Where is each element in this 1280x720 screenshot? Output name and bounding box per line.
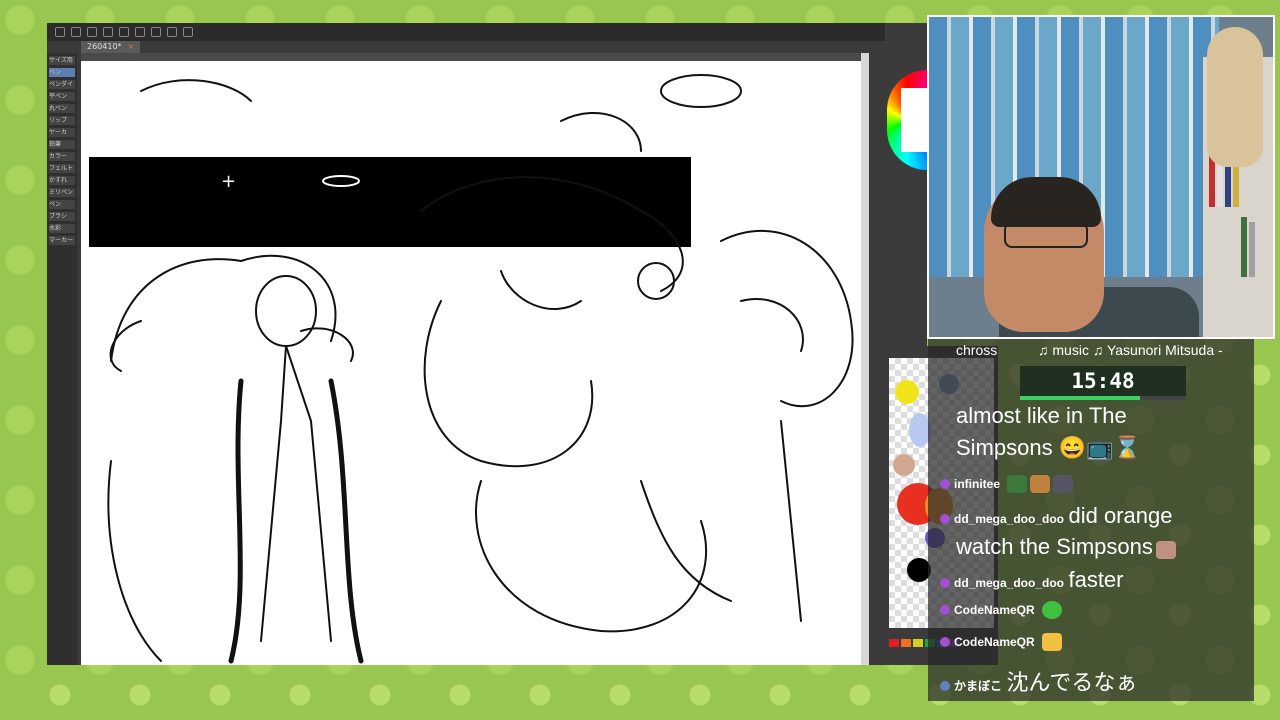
chat-message: CodeNameQR (928, 601, 1063, 619)
chat-message: almost like in The (928, 403, 1127, 429)
message-text: almost like in The (956, 403, 1127, 428)
drawing-app-window: 260410* × サイズ用 ペン ペンダイ 平ペン 丸ペン リップ ヤーカ 鉛筆… (47, 23, 885, 665)
brush-item[interactable]: かすれ (49, 176, 75, 185)
username: dd_mega_doo_doo (954, 512, 1065, 526)
chat-message: dd_mega_doo_doo did orange (928, 503, 1172, 529)
timer-progress-fill (1020, 396, 1140, 400)
message-text: watch the Simpsons (956, 534, 1153, 559)
brush-panel: サイズ用 ペン ペンダイ 平ペン 丸ペン リップ ヤーカ 鉛筆 カラー フェルト… (47, 53, 77, 665)
skin-paint-dot (893, 454, 915, 476)
message-text: Simpsons 😄📺⌛ (956, 435, 1141, 460)
close-icon[interactable]: × (128, 42, 135, 51)
brush-item[interactable]: 鉛筆 (49, 140, 75, 149)
timer-value: 15:48 (1071, 369, 1135, 393)
username: かまぼこ (954, 679, 1003, 693)
user-badge-icon (940, 479, 950, 489)
streamer-hair (991, 177, 1101, 227)
brush-item[interactable]: サイズ用 (49, 56, 75, 65)
timer-progress-bar (1020, 396, 1186, 400)
chat-message: Simpsons 😄📺⌛ (928, 435, 1141, 461)
brush-item[interactable]: ミリペン (49, 188, 75, 197)
user-badge-icon (940, 577, 950, 588)
username: CodeNameQR (954, 603, 1035, 618)
ruler-icon[interactable] (183, 27, 193, 37)
new-icon[interactable] (87, 27, 97, 37)
webcam-feed (927, 15, 1275, 339)
user-badge-icon (940, 680, 950, 691)
app-toolbar (47, 23, 885, 41)
drawing-canvas[interactable]: + (81, 61, 861, 665)
undo-icon[interactable] (55, 27, 65, 37)
chat-message: CodeNameQR (928, 633, 1063, 651)
message-text: did orange (1068, 503, 1173, 528)
thumbs-up-emote-icon (1042, 633, 1063, 651)
brush-item[interactable]: カラー (49, 152, 75, 161)
fill-icon[interactable] (151, 27, 161, 37)
svg-text:+: + (221, 171, 236, 192)
brush-item[interactable]: ペンダイ (49, 80, 75, 89)
brush-item[interactable]: ヤーカ (49, 128, 75, 137)
user-badge-icon (940, 605, 950, 615)
character-emote-icon (1030, 475, 1051, 493)
stream-timer: 15:48 (1020, 366, 1186, 400)
redo-icon[interactable] (71, 27, 81, 37)
brush-item[interactable]: 丸ペン (49, 104, 75, 113)
brush-item[interactable]: フェルト (49, 164, 75, 173)
chat-message: かまぼこ 沈んでるなぁ (928, 665, 1137, 697)
cloud-emote-icon (1053, 475, 1074, 493)
brush-item[interactable]: ブラシ (49, 212, 75, 221)
brush-item[interactable]: ペン (49, 68, 75, 77)
user-badge-icon (940, 637, 950, 647)
canvas-area[interactable]: + (81, 53, 869, 665)
username: dd_mega_doo_doo (954, 576, 1065, 590)
now-playing: chross ♫ music ♫ Yasunori Mitsuda - (928, 339, 1254, 361)
swatch-yellow[interactable] (913, 639, 923, 647)
sketch-drawing: + (107, 74, 854, 664)
now-playing-title: ♫ music ♫ Yasunori Mitsuda - (1038, 342, 1223, 358)
message-text: faster (1068, 567, 1124, 592)
username: infinitee (954, 477, 1001, 492)
chat-overlay: chross ♫ music ♫ Yasunori Mitsuda - 15:4… (928, 339, 1254, 701)
select-icon[interactable] (167, 27, 177, 37)
brush-item[interactable]: ペン (49, 200, 75, 209)
smile-emote-icon (1042, 601, 1063, 619)
vertical-scrollbar[interactable] (861, 53, 869, 665)
username: CodeNameQR (954, 635, 1035, 650)
chat-message: watch the Simpsons (928, 534, 1176, 560)
yellow-paint-dot (895, 380, 919, 404)
message-text: 沈んでるなぁ (1006, 670, 1138, 695)
settings-icon[interactable] (119, 27, 129, 37)
brush-item[interactable]: 平ペン (49, 92, 75, 101)
chat-message: infinitee (928, 475, 1074, 493)
brush-item[interactable]: マーカー (49, 236, 75, 245)
color-square[interactable] (901, 88, 927, 152)
now-playing-prefix: chross (956, 342, 998, 358)
frog-emote-icon (1007, 475, 1028, 493)
save-icon[interactable] (103, 27, 113, 37)
swatch-orange[interactable] (901, 639, 911, 647)
user-badge-icon (940, 513, 950, 524)
chat-message: dd_mega_doo_doo faster (928, 567, 1124, 593)
brush-item[interactable]: リップ (49, 116, 75, 125)
document-tab[interactable]: 260410* × (81, 41, 141, 53)
teddy-bear (1207, 27, 1263, 167)
glasses (1004, 222, 1088, 248)
face-emote-icon (1155, 540, 1176, 559)
swatch-red[interactable] (889, 639, 899, 647)
document-tab-label: 260410* (87, 42, 122, 51)
transform-icon[interactable] (135, 27, 145, 37)
brush-item[interactable]: 水彩 (49, 224, 75, 233)
